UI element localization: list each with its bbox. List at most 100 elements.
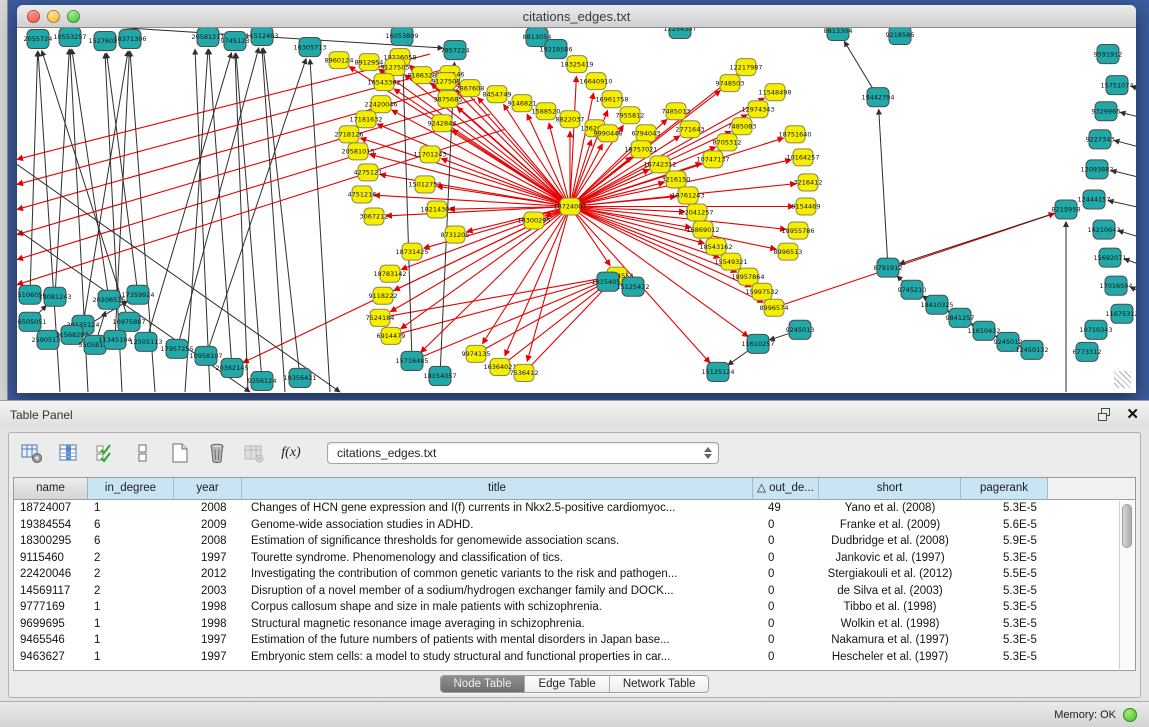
graph-edge[interactable] [243,206,570,362]
cell-name[interactable]: 18724007 [14,500,88,517]
cell-name[interactable]: 9465546 [14,632,88,649]
graph-node[interactable]: 9218586 [886,28,915,45]
graph-node[interactable]: 9591912 [1094,45,1123,64]
graph-node[interactable]: 3216412 [794,174,823,191]
graph-node[interactable]: 18214307 [420,201,453,218]
cell-title[interactable]: Disruption of a novel member of a sodium… [242,583,753,600]
graph-edge[interactable] [527,206,570,361]
cell-year[interactable]: 1998 [174,616,242,633]
cell-title[interactable]: Structural magnetic resonance image aver… [242,616,753,633]
graph-node[interactable]: 16961758 [595,91,628,108]
cell-in_degree[interactable]: 1 [88,599,174,616]
network-canvas[interactable]: 1872400718300295896012489129541822605891… [17,28,1136,393]
cell-title[interactable]: Changes of HCN gene expression and I(f) … [242,500,753,517]
column-header-pagerank[interactable]: pagerank [961,478,1048,500]
graph-edge[interactable] [899,209,1066,263]
cell-pagerank[interactable]: 5.6E-5 [961,517,1048,534]
cell-short[interactable]: Stergiakouli et al. (2012) [819,566,961,583]
graph-node[interactable]: 10958107 [189,346,222,365]
float-panel-icon[interactable] [1098,408,1112,421]
graph-node[interactable]: 12254307 [663,28,696,39]
cell-year[interactable]: 1997 [174,550,242,567]
graph-edge[interactable] [262,48,285,392]
cell-out_de[interactable]: 0 [753,583,819,600]
graph-node[interactable]: 12217987 [729,59,762,76]
function-builder-icon[interactable]: f(x) [280,442,302,464]
graph-edge[interactable] [1111,170,1136,179]
graph-edge[interactable] [570,76,576,206]
cell-short[interactable]: Yano et al. (2008) [819,500,961,517]
cell-pagerank[interactable]: 5.3E-5 [961,632,1048,649]
graph-node[interactable]: 18325419 [560,56,593,73]
graph-node[interactable]: 18154057 [423,366,456,385]
cell-name[interactable]: 9115460 [14,550,88,567]
table-row[interactable]: 1872400712008Changes of HCN gene express… [14,500,1135,517]
cell-year[interactable]: 2003 [174,583,242,600]
cell-in_degree[interactable]: 1 [88,649,174,666]
cell-out_de[interactable]: 0 [753,649,819,666]
table-row[interactable]: 1830029562008Estimation of significance … [14,533,1135,550]
cell-year[interactable]: 2012 [174,566,242,583]
cell-title[interactable]: Tourette syndrome. Phenomenology and cla… [242,550,753,567]
graph-node[interactable]: 8912954 [355,54,384,71]
cell-title[interactable]: Embryonic stem cells: a model to study s… [242,649,753,666]
graph-node[interactable]: 20362145 [215,358,248,377]
table-row[interactable]: 911546021997Tourette syndrome. Phenomeno… [14,550,1135,567]
graph-node[interactable]: 18751640 [778,126,811,143]
graph-node[interactable]: 12505113 [129,332,162,351]
cell-out_de[interactable]: 0 [753,599,819,616]
cell-in_degree[interactable]: 2 [88,566,174,583]
graph-edge[interactable] [1120,112,1136,119]
graph-node[interactable]: 18371306 [113,30,146,49]
network-window[interactable]: citations_edges.txt 18724007183002958960… [17,5,1136,393]
graph-node[interactable]: 11512403 [245,28,278,46]
graph-edge[interactable] [55,49,69,297]
tab-edge-table[interactable]: Edge Table [524,676,608,692]
column-header-year[interactable]: year [174,478,242,500]
cell-in_degree[interactable]: 1 [88,632,174,649]
graph-node[interactable]: 9748503 [716,75,745,92]
graph-node[interactable]: 15997532 [745,283,778,300]
graph-node[interactable]: 6914479 [377,327,406,344]
cell-pagerank[interactable]: 5.5E-5 [961,566,1048,583]
graph-node[interactable]: 15751074 [1100,76,1133,95]
cell-year[interactable]: 2008 [174,500,242,517]
graph-node[interactable]: 15549321 [714,253,747,270]
cell-out_de[interactable]: 0 [753,517,819,534]
cell-pagerank[interactable]: 5.3E-5 [961,649,1048,666]
graph-node[interactable]: 19356421 [283,368,316,387]
cell-year[interactable]: 2009 [174,517,242,534]
graph-edge[interactable] [570,206,748,336]
graph-node[interactable]: 11675312 [1105,304,1136,323]
graph-node[interactable]: 9745210 [898,280,927,299]
graph-node[interactable]: 16505051 [17,312,47,331]
table-vertical-scrollbar[interactable] [1119,501,1134,669]
graph-node[interactable]: 15716485 [395,351,428,370]
cell-pagerank[interactable]: 5.3E-5 [961,599,1048,616]
table-row[interactable]: 1456911722003Disruption of a novel membe… [14,583,1135,600]
select-columns-icon[interactable] [95,442,117,464]
graph-edge[interactable] [476,282,606,354]
graph-node[interactable]: 2771643 [676,121,705,138]
graph-edge[interactable] [72,49,109,300]
graph-node[interactable]: 3067212 [360,208,389,225]
column-header-short[interactable]: short [819,478,961,500]
graph-edge[interactable] [30,51,38,295]
cell-in_degree[interactable]: 6 [88,517,174,534]
cell-short[interactable]: de Silva et al. (2003) [819,583,961,600]
graph-node[interactable]: 7955812 [616,107,645,124]
table-row[interactable]: 977716911998Corpus callosum shape and si… [14,599,1135,616]
cell-out_de[interactable]: 0 [753,533,819,550]
cell-out_de[interactable]: 0 [753,632,819,649]
cell-title[interactable]: Genome-wide association studies in ADHD. [242,517,753,534]
graph-node[interactable]: 9154469 [792,198,821,215]
graph-node[interactable]: 9118222 [369,287,398,304]
cell-title[interactable]: Estimation of significance thresholds fo… [242,533,753,550]
graph-node[interactable]: 9329966 [1092,102,1121,121]
column-header-out_de[interactable]: △ out_de... [753,478,819,500]
graph-node[interactable]: 20581015 [341,143,374,160]
graph-node[interactable]: 6794043 [632,125,661,142]
graph-node[interactable]: 7857224 [441,41,470,60]
graph-node[interactable]: 12444157 [1077,190,1110,209]
graph-node[interactable]: 10553257 [53,28,86,47]
